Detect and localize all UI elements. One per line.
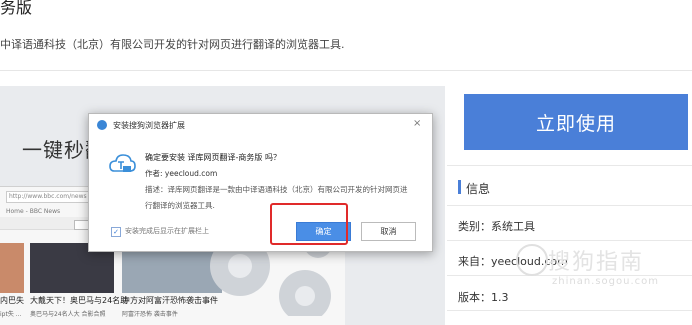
page-description: 中译语通科技（北京）有限公司开发的针对网页进行翻译的浏览器工具. xyxy=(0,38,345,51)
page-title: 务版 xyxy=(0,0,33,17)
highlight-annotation xyxy=(270,203,348,245)
info-marker xyxy=(458,180,461,194)
divider xyxy=(0,70,692,71)
news-caption: 内巴失 xyxy=(0,296,24,305)
info-category: 类别：系统工具 xyxy=(458,220,535,233)
close-icon[interactable]: × xyxy=(413,118,421,129)
thumbnail-image xyxy=(0,243,24,293)
watermark-text: 搜狗指南 xyxy=(548,250,645,275)
divider xyxy=(447,310,692,311)
dialog-title: 安装搜狗浏览器扩展 xyxy=(113,121,185,130)
sogou-logo-icon xyxy=(516,244,548,276)
checkbox-label: 安装完成后显示在扩展栏上 xyxy=(125,227,209,235)
info-version: 版本：1.3 xyxy=(458,291,509,304)
preview-breadcrumb: Home - BBC News xyxy=(6,208,61,215)
install-extension-dialog: 安装搜狗浏览器扩展 × 确定要安装 译库网页翻译-商务版 吗？ 作者: yeec… xyxy=(88,113,433,252)
sogou-browser-icon xyxy=(97,120,107,130)
news-caption: 大戴天下！奥巴马与24名助 xyxy=(30,296,129,305)
dialog-question: 确定要安装 译库网页翻译-商务版 吗？ xyxy=(145,153,281,162)
info-heading: 信息 xyxy=(466,182,491,196)
divider xyxy=(447,205,692,206)
divider xyxy=(447,240,692,241)
news-subtitle: 阿富汗恐怖 袭击事件 xyxy=(122,311,178,318)
cancel-button[interactable]: 取消 xyxy=(361,222,416,241)
dialog-author: 作者: yeecloud.com xyxy=(145,169,218,178)
news-subtitle: ipt失 ... xyxy=(0,311,22,318)
news-subtitle: 奥巴马与24名人大 合影合照 xyxy=(30,311,106,318)
use-now-button[interactable]: 立即使用 xyxy=(464,94,688,150)
show-in-toolbar-checkbox[interactable]: ✓ xyxy=(111,227,121,237)
divider xyxy=(447,165,692,166)
translate-extension-icon xyxy=(109,154,136,172)
watermark-url: zhinan.sogou.com xyxy=(552,276,660,287)
